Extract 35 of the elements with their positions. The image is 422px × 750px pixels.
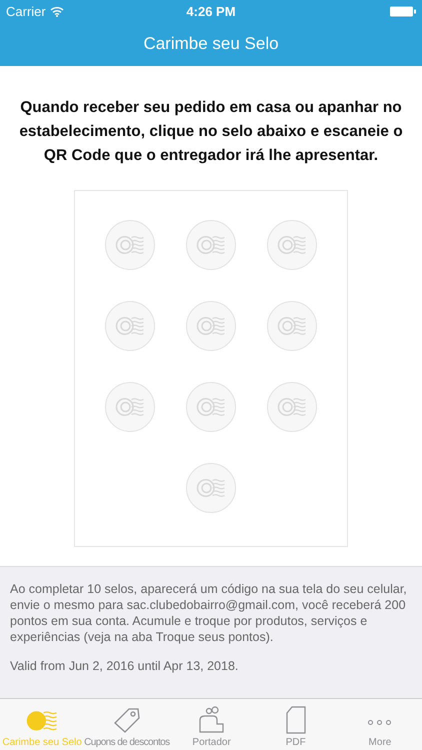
carrier-label: Carrier xyxy=(6,4,46,18)
stamp-icon xyxy=(196,314,226,338)
stamp-slot[interactable] xyxy=(267,220,317,270)
stamp-icon xyxy=(277,314,307,338)
stamp-icon xyxy=(115,314,145,338)
nav-title: Carimbe seu Selo xyxy=(143,34,279,54)
tab-item[interactable]: More xyxy=(338,699,422,750)
stamp-icon xyxy=(196,476,226,500)
stamp-icon xyxy=(277,395,307,419)
stamp-icon xyxy=(115,233,145,257)
instructions-text: Quando receber seu pedido em casa ou apanhar no estabelecimento, clique no selo abaixo e escaneie o QR Code que o entregador irá lhe apresentar. xyxy=(18,98,404,166)
stamp-slot[interactable] xyxy=(105,301,155,351)
tab-item[interactable]: Portador xyxy=(170,699,254,750)
stamp-slot[interactable] xyxy=(105,220,155,270)
battery-icon xyxy=(390,6,416,16)
wifi-icon xyxy=(50,6,64,16)
tab-item[interactable]: Cupons de descontos xyxy=(84,699,170,750)
stamp-slot[interactable] xyxy=(186,220,236,270)
stamp-slot[interactable] xyxy=(186,301,236,351)
stamp-icon xyxy=(115,395,145,419)
stamp-slot[interactable] xyxy=(186,382,236,432)
validity-text: Valid from Jun 2, 2016 until Apr 13, 2018. xyxy=(10,658,240,674)
document-icon xyxy=(284,706,307,734)
stamp-slot[interactable] xyxy=(267,301,317,351)
stamp-slot[interactable] xyxy=(267,382,317,432)
stamp-icon xyxy=(277,233,307,257)
stamp-icon xyxy=(196,395,226,419)
stamp-icon xyxy=(196,233,226,257)
more-icon xyxy=(368,720,392,724)
stamp-slot[interactable] xyxy=(186,463,236,513)
tag-icon xyxy=(112,706,142,734)
status-time: 4:26 PM xyxy=(186,4,236,18)
tab-item[interactable]: PDF xyxy=(254,699,338,750)
stamp-slot[interactable] xyxy=(105,382,155,432)
info-text: Ao completar 10 selos, aparecerá um código na sua tela do seu celular, envie o mesmo para sac.clubedobairro@gmail.com, você receberá 200 pontos em sua conta. Acumule e troque por produtos, serviços e experiências (veja na aba Troque seus pontos). xyxy=(10,581,408,645)
